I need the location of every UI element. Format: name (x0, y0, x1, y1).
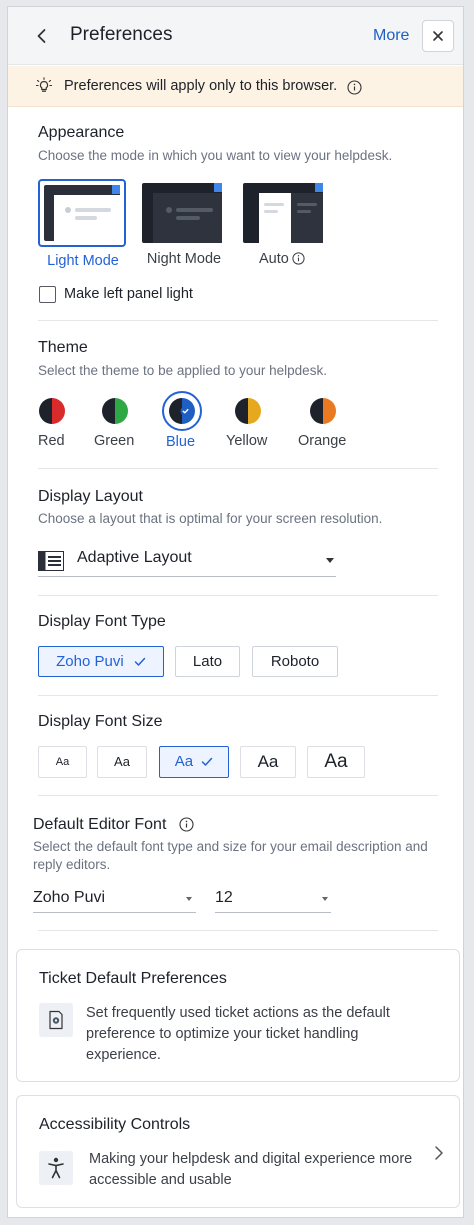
font-type-lato-label: Lato (192, 653, 223, 670)
left-panel-light-checkbox[interactable] (39, 286, 56, 303)
layout-select-value: Adaptive Layout (77, 549, 192, 566)
appearance-title: Appearance (38, 124, 125, 141)
close-icon (433, 31, 443, 41)
auto-info-icon[interactable] (292, 252, 305, 265)
back-button[interactable] (32, 26, 52, 46)
font-type-roboto-label: Roboto (270, 653, 320, 670)
editor-font-info-icon[interactable] (179, 817, 194, 832)
red-swatch-icon (39, 398, 65, 424)
caret-down-icon (326, 558, 334, 563)
editor-font-size-value: 12 (215, 889, 233, 906)
font-size-xs[interactable]: Aa (38, 746, 87, 778)
theme-yellow-label: Yellow (226, 433, 268, 449)
chevron-right-icon (435, 1146, 443, 1160)
section-divider (38, 695, 438, 696)
ticket-prefs-icon-box (39, 1003, 73, 1037)
light-mode-preview-icon (44, 185, 120, 241)
theme-blue-label: Blue (166, 434, 196, 450)
blue-swatch-icon (169, 398, 195, 424)
caret-down-icon (322, 897, 328, 901)
theme-orange-swatch[interactable] (310, 398, 336, 424)
font-size-xl[interactable]: Aa (307, 746, 365, 778)
accessibility-icon-box (39, 1151, 73, 1185)
ticket-prefs-title: Ticket Default Preferences (39, 970, 227, 987)
font-type-zoho-puvi-label: Zoho Puvi (56, 653, 124, 670)
caret-down-icon (186, 897, 192, 901)
green-swatch-icon (102, 398, 128, 424)
font-size-s[interactable]: Aa (97, 746, 147, 778)
orange-swatch-icon (310, 398, 336, 424)
theme-subtitle: Select the theme to be applied to your h… (38, 363, 327, 378)
layout-icon (38, 551, 64, 571)
info-icon[interactable] (347, 80, 362, 95)
page-title: Preferences (70, 24, 173, 45)
night-mode-preview-icon (142, 183, 222, 243)
night-mode-label: Night Mode (146, 251, 222, 267)
chevron-left-icon (37, 29, 46, 43)
section-divider (38, 320, 438, 321)
auto-mode-preview-icon (243, 183, 323, 243)
accessibility-description: Making your helpdesk and digital experie… (89, 1151, 413, 1188)
display-layout-title: Display Layout (38, 488, 143, 505)
section-divider (38, 930, 438, 931)
theme-green-label: Green (94, 433, 135, 449)
editor-font-title: Default Editor Font (33, 816, 167, 833)
check-icon (202, 757, 213, 766)
theme-blue-swatch[interactable] (162, 391, 202, 431)
font-size-l[interactable]: Aa (240, 746, 296, 778)
font-size-m-label: Aa (174, 753, 194, 770)
browser-notice: Preferences will apply only to this brow… (8, 66, 463, 107)
notice-text: Preferences will apply only to this brow… (64, 78, 338, 94)
auto-mode-option[interactable] (243, 183, 323, 243)
theme-green-swatch[interactable] (102, 398, 128, 424)
font-type-roboto[interactable]: Roboto (252, 646, 338, 677)
font-size-title: Display Font Size (38, 713, 163, 730)
yellow-swatch-icon (235, 398, 261, 424)
editor-font-family-value: Zoho Puvi (33, 889, 106, 906)
light-mode-label: Light Mode (47, 253, 119, 269)
accessibility-controls-card[interactable]: Accessibility Controls Making your helpd… (16, 1095, 460, 1208)
section-divider (38, 468, 438, 469)
theme-yellow-swatch[interactable] (235, 398, 261, 424)
left-panel-light-label: Make left panel light (64, 286, 193, 302)
theme-title: Theme (38, 339, 88, 356)
font-type-title: Display Font Type (38, 613, 166, 630)
theme-red-swatch[interactable] (39, 398, 65, 424)
accessibility-person-icon (48, 1157, 64, 1179)
auto-mode-label: Auto (259, 251, 289, 267)
panel-header: Preferences More (8, 7, 463, 65)
editor-font-size-select[interactable]: 12 (215, 887, 331, 913)
theme-red-label: Red (38, 433, 65, 449)
section-divider (38, 595, 438, 596)
font-size-m[interactable]: Aa (159, 746, 229, 778)
check-icon (134, 657, 146, 666)
font-type-zoho-puvi[interactable]: Zoho Puvi (38, 646, 164, 677)
theme-orange-label: Orange (298, 433, 347, 449)
layout-select[interactable]: Adaptive Layout (38, 543, 336, 577)
light-mode-option[interactable] (38, 179, 126, 247)
accessibility-title: Accessibility Controls (39, 1116, 191, 1133)
lightbulb-icon (36, 77, 52, 92)
editor-font-family-select[interactable]: Zoho Puvi (33, 887, 196, 913)
ticket-prefs-description: Set frequently used ticket actions as th… (86, 1005, 390, 1063)
close-button[interactable] (422, 20, 454, 52)
ticket-default-preferences-card[interactable]: Ticket Default Preferences Set frequentl… (16, 949, 460, 1082)
display-layout-subtitle: Choose a layout that is optimal for your… (38, 511, 383, 526)
font-type-lato[interactable]: Lato (175, 646, 240, 677)
editor-font-subtitle: Select the default font type and size fo… (33, 839, 428, 872)
ticket-settings-icon (49, 1010, 63, 1030)
preferences-panel: Preferences More Preferences will apply … (7, 6, 464, 1218)
night-mode-option[interactable] (142, 183, 222, 243)
more-link[interactable]: More (373, 27, 409, 45)
appearance-subtitle: Choose the mode in which you want to vie… (38, 148, 393, 163)
section-divider (38, 795, 438, 796)
